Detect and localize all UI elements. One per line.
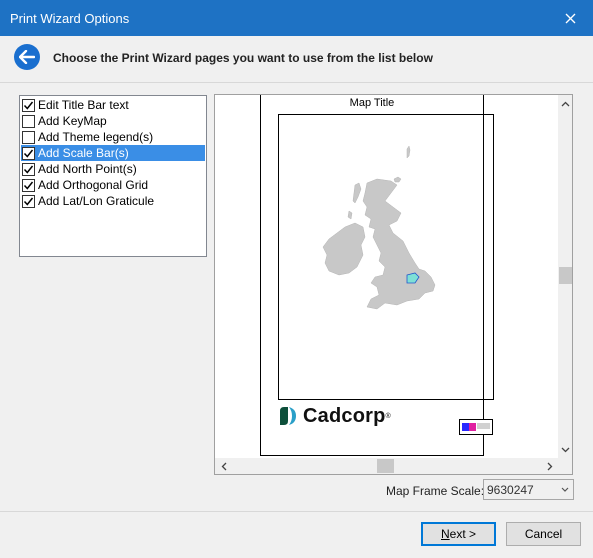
list-item-add-latlon-graticule[interactable]: Add Lat/Lon Graticule [21, 193, 205, 209]
checkmark-icon [23, 197, 34, 206]
scroll-right-button[interactable] [541, 458, 558, 474]
checkmark-icon [23, 149, 34, 158]
checkbox[interactable] [22, 114, 35, 128]
list-item-add-theme-legend[interactable]: Add Theme legend(s) [21, 129, 205, 145]
checkbox[interactable] [22, 130, 35, 144]
chevron-down-icon [561, 487, 569, 492]
list-item-add-north-point[interactable]: Add North Point(s) [21, 161, 205, 177]
vertical-scrollbar[interactable] [558, 95, 572, 458]
scale-bar-preview [459, 419, 493, 435]
map-frame-scale-combobox[interactable]: 9630247 [483, 479, 574, 500]
checkbox[interactable] [22, 146, 35, 160]
list-item-label: Edit Title Bar text [38, 98, 129, 112]
horizontal-scrollbar[interactable] [215, 458, 558, 474]
map-frame-scale-value: 9630247 [487, 482, 534, 497]
map-frame [278, 114, 494, 400]
list-item-label: Add Orthogonal Grid [38, 178, 149, 192]
checkbox[interactable] [22, 162, 35, 176]
checkmark-icon [23, 165, 34, 174]
chevron-left-icon [221, 462, 226, 470]
wizard-pages-list[interactable]: Edit Title Bar text Add KeyMap Add Theme… [19, 95, 207, 257]
back-button[interactable] [14, 44, 40, 70]
list-item-label: Add KeyMap [38, 114, 107, 128]
close-button[interactable] [547, 0, 593, 36]
list-item-label: Add Scale Bar(s) [38, 146, 129, 160]
close-icon [565, 13, 575, 23]
chevron-right-icon [547, 462, 552, 470]
instruction-text: Choose the Print Wizard pages you want t… [53, 51, 433, 65]
scroll-left-button[interactable] [215, 458, 232, 474]
print-preview-pane[interactable]: Map Title Cadcorp ® [214, 94, 573, 475]
logo-registered-mark: ® [385, 412, 391, 420]
list-item-label: Add Theme legend(s) [38, 130, 154, 144]
cadcorp-logo: Cadcorp ® [278, 404, 398, 428]
horizontal-scroll-thumb[interactable] [377, 459, 394, 473]
header-divider [0, 82, 593, 83]
checkbox[interactable] [22, 98, 35, 112]
checkbox[interactable] [22, 194, 35, 208]
scroll-corner [558, 458, 572, 474]
cancel-button[interactable]: Cancel [506, 522, 581, 546]
map-title: Map Title [349, 97, 395, 109]
next-button-accelerator: N [440, 527, 450, 541]
title-bar: Print Wizard Options [0, 0, 593, 36]
scale-bar-graphic [462, 423, 490, 431]
cadcorp-logo-mark-icon [280, 407, 296, 425]
list-item-label: Add North Point(s) [38, 162, 137, 176]
preview-sheet: Map Title Cadcorp ® [260, 95, 494, 456]
cancel-button-label: Cancel [524, 527, 563, 541]
vertical-scroll-thumb[interactable] [559, 267, 572, 284]
chevron-up-icon [561, 101, 570, 106]
footer-divider [0, 511, 593, 512]
checkmark-icon [23, 101, 34, 110]
next-button-label: ext > [449, 527, 477, 541]
back-arrow-icon [19, 50, 35, 64]
uk-map [322, 145, 436, 310]
checkmark-icon [23, 181, 34, 190]
scroll-up-button[interactable] [558, 95, 572, 112]
list-item-label: Add Lat/Lon Graticule [38, 194, 155, 208]
scroll-down-button[interactable] [558, 441, 572, 458]
checkbox[interactable] [22, 178, 35, 192]
list-item-add-scale-bar[interactable]: Add Scale Bar(s) [21, 145, 205, 161]
list-item-add-keymap[interactable]: Add KeyMap [21, 113, 205, 129]
wizard-header: Choose the Print Wizard pages you want t… [0, 36, 593, 82]
window-title: Print Wizard Options [10, 11, 130, 26]
list-item-edit-title-bar[interactable]: Edit Title Bar text [21, 97, 205, 113]
dropdown-arrow[interactable] [557, 487, 573, 492]
chevron-down-icon [561, 447, 570, 452]
logo-text: Cadcorp [303, 404, 386, 427]
next-button[interactable]: Next > [421, 522, 496, 546]
map-frame-scale-label: Map Frame Scale: [386, 484, 485, 498]
list-item-add-orthogonal-grid[interactable]: Add Orthogonal Grid [21, 177, 205, 193]
